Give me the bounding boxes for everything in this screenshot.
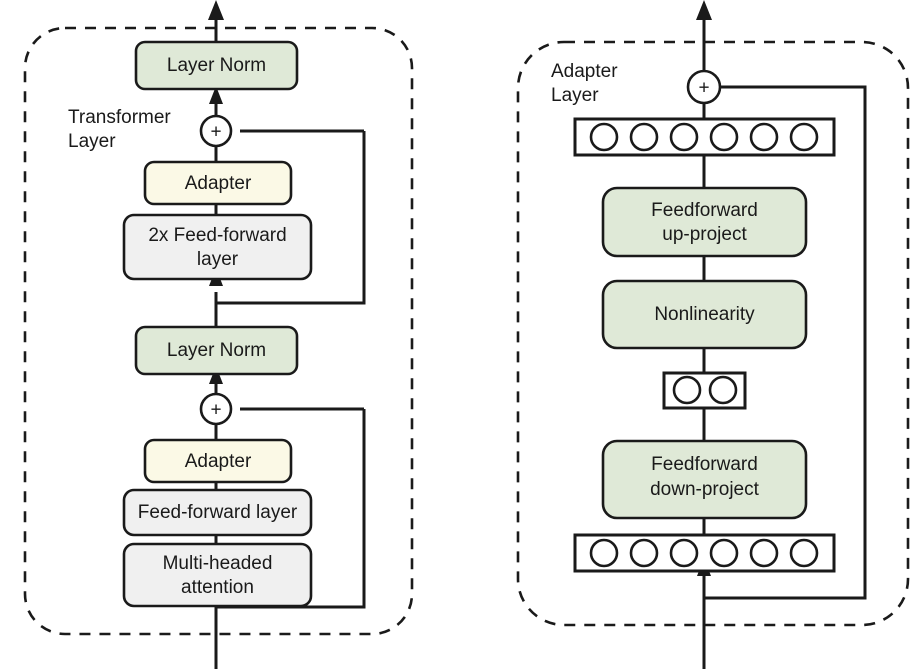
output-vector-unit [589,122,619,152]
arrowhead-adapter-output [696,0,712,20]
layer-norm-bottom-label: Layer Norm [167,340,266,361]
feedforward-up-project-label-line1: Feedforward [651,200,758,221]
node-adapter-add: + [686,69,722,105]
adapter-layer-label-line1: Adapter [551,61,618,82]
left-panel-group: Transformer Layer Layer Norm + Adapter 2… [23,0,414,669]
layer-norm-top-label: Layer Norm [167,55,266,76]
node-add-lower: + [199,392,233,426]
node-layer-norm-bottom: Layer Norm [134,325,299,376]
input-vector-row [573,533,836,573]
node-feed-forward-layer: Feed-forward layer [122,488,313,537]
input-vector-unit [709,538,739,568]
feed-forward-layer-label: Feed-forward layer [138,502,298,523]
input-vector-unit [749,538,779,568]
input-vector-unit [629,538,659,568]
node-adapter-top: Adapter [143,160,293,206]
add-lower-plus-symbol: + [210,400,221,421]
adapter-architecture-diagram: Transformer Layer Layer Norm + Adapter 2… [23,0,910,669]
feedforward-down-project-label-line2: down-project [650,479,759,500]
adapter-bottom-label: Adapter [185,451,252,472]
output-vector-unit [789,122,819,152]
adapter-top-label: Adapter [185,173,252,194]
figure-canvas: Transformer Layer Layer Norm + Adapter 2… [0,0,922,669]
feedforward-up-project-label-line2: up-project [662,224,747,245]
transformer-layer-label-line2: Layer [68,131,116,152]
node-layer-norm-top: Layer Norm [134,40,299,91]
node-feed-forward-2x: 2x Feed-forward layer [122,213,313,281]
node-feedforward-down-project: Feedforward down-project [601,439,808,520]
transformer-layer-label-line1: Transformer [68,107,171,128]
arrowhead-output [208,0,224,20]
add-upper-plus-symbol: + [210,122,221,143]
multi-headed-attention-label-line2: attention [181,577,254,598]
adapter-add-plus-symbol: + [698,78,709,99]
node-multi-headed-attention: Multi-headed attention [122,542,313,608]
node-nonlinearity: Nonlinearity [601,279,808,350]
multi-headed-attention-label-line1: Multi-headed [163,553,273,574]
bottleneck-vector-row [662,371,747,410]
input-vector-unit [589,538,619,568]
node-feedforward-up-project: Feedforward up-project [601,186,808,258]
output-vector-unit [669,122,699,152]
input-vector-unit [789,538,819,568]
feed-forward-2x-label-line1: 2x Feed-forward [148,225,286,246]
adapter-layer-label-line2: Layer [551,85,599,106]
output-vector-unit [709,122,739,152]
node-adapter-bottom: Adapter [143,438,293,484]
node-add-upper: + [199,114,233,148]
output-vector-unit [629,122,659,152]
output-vector-unit [749,122,779,152]
feedforward-up-project-rect [601,186,808,258]
bottleneck-vector-unit [672,375,702,405]
input-vector-unit [669,538,699,568]
nonlinearity-label: Nonlinearity [654,304,755,325]
bottleneck-vector-unit [708,375,738,405]
feedforward-down-project-label-line1: Feedforward [651,454,758,475]
feed-forward-2x-label-line2: layer [197,249,239,270]
right-panel-group: Adapter Layer + Feedforward up-project N… [516,0,910,669]
output-vector-row [573,117,836,157]
